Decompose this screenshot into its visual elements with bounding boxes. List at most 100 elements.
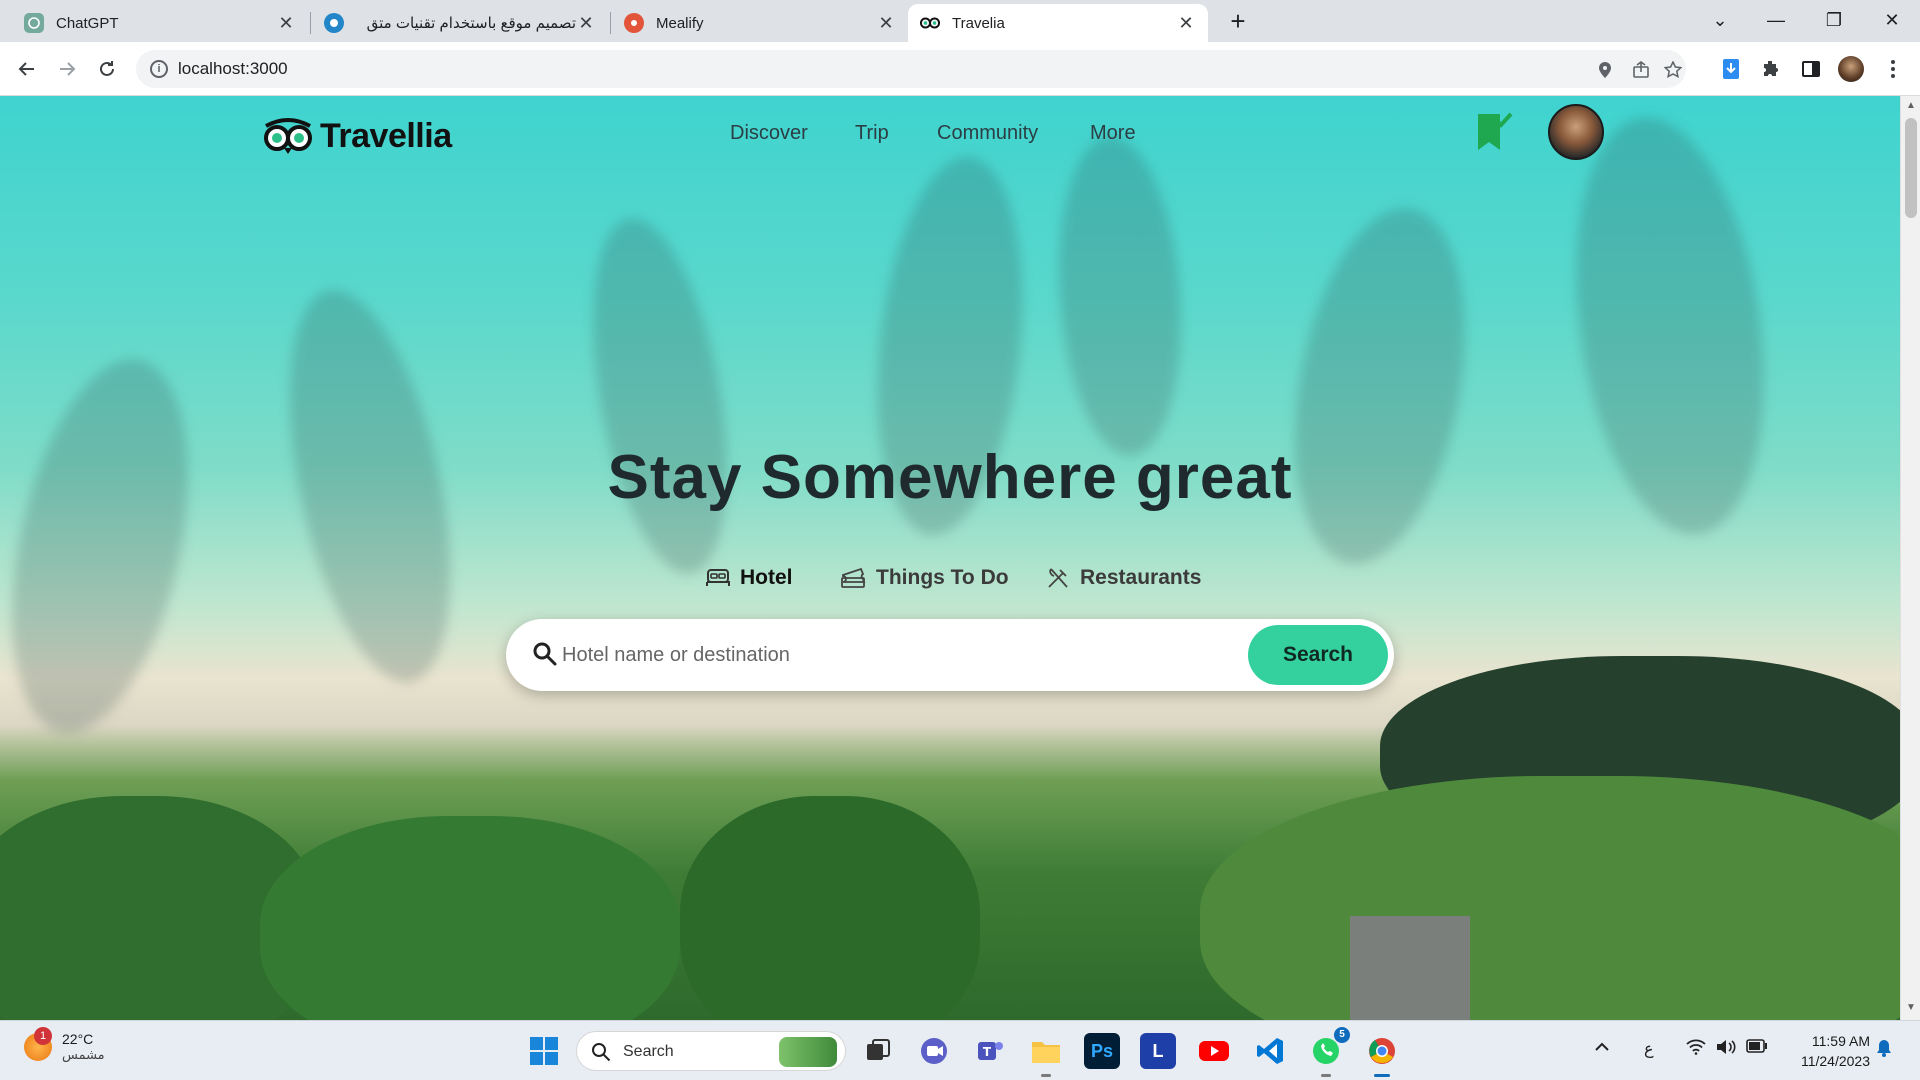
windows-start-icon[interactable]	[526, 1033, 562, 1069]
close-icon[interactable]: ✕	[1176, 13, 1196, 34]
user-avatar[interactable]	[1548, 104, 1604, 160]
tab-hotel[interactable]: Hotel	[706, 566, 793, 590]
menu-kebab-icon[interactable]	[1876, 52, 1910, 86]
volume-icon[interactable]	[1716, 1039, 1736, 1060]
search-bar: Search	[506, 619, 1394, 691]
tab-mostaql[interactable]: تصميم موقع باستخدام تقنيات متق ✕	[312, 4, 608, 42]
ticket-icon	[841, 567, 866, 588]
svg-text:T: T	[983, 1045, 992, 1059]
bookmark-check-icon[interactable]	[1474, 110, 1514, 154]
profile-avatar-icon[interactable]	[1834, 52, 1868, 86]
mealify-icon	[624, 13, 644, 33]
address-bar[interactable]: i localhost:3000	[136, 50, 1686, 88]
forward-icon[interactable]	[50, 52, 84, 86]
sun-icon: 1	[24, 1027, 52, 1061]
close-icon[interactable]: ✕	[576, 13, 596, 34]
tab-mealify[interactable]: Mealify ✕	[612, 4, 908, 42]
search-icon	[592, 1043, 611, 1062]
restore-icon[interactable]: ❐	[1814, 4, 1854, 36]
nav-more[interactable]: More	[1090, 122, 1136, 145]
battery-icon[interactable]	[1746, 1039, 1768, 1058]
download-extension-icon[interactable]	[1714, 52, 1748, 86]
vegetation	[1200, 776, 1900, 1020]
close-icon[interactable]: ✕	[876, 13, 896, 34]
clock-date: 11/24/2023	[1800, 1053, 1870, 1069]
tab-hotel-label: Hotel	[740, 566, 793, 589]
tab-search-icon[interactable]: ⌄	[1700, 4, 1740, 36]
brand-name: Travellia	[320, 116, 452, 155]
share-icon[interactable]	[1630, 59, 1652, 81]
chrome-icon[interactable]	[1364, 1033, 1400, 1077]
youtube-icon[interactable]	[1196, 1033, 1232, 1069]
site-info-icon[interactable]: i	[150, 60, 168, 78]
rooftop	[1350, 916, 1470, 1020]
brand-logo[interactable]: Travellia	[262, 114, 452, 158]
photoshop-icon[interactable]: Ps	[1084, 1033, 1120, 1069]
running-indicator	[1321, 1074, 1331, 1077]
search-button[interactable]: Search	[1248, 625, 1388, 685]
chatgpt-icon	[24, 13, 44, 33]
lingoes-icon[interactable]: L	[1140, 1033, 1176, 1069]
search-highlight-image	[779, 1037, 837, 1067]
bed-icon	[706, 569, 730, 586]
tab-restaurants[interactable]: Restaurants	[1046, 566, 1201, 590]
tab-travelia[interactable]: Travelia ✕	[908, 4, 1208, 42]
file-explorer-icon[interactable]	[1028, 1033, 1064, 1077]
notification-bell-icon[interactable]	[1876, 1039, 1892, 1062]
nav-community[interactable]: Community	[937, 122, 1038, 145]
tab-chatgpt[interactable]: ChatGPT ✕	[12, 4, 308, 42]
star-icon[interactable]	[1662, 59, 1684, 81]
new-tab-button[interactable]: +	[1222, 6, 1254, 38]
taskbar-search-label: Search	[623, 1043, 674, 1060]
teams-meet-icon[interactable]	[916, 1033, 952, 1069]
nav-discover[interactable]: Discover	[730, 122, 808, 145]
scroll-up-icon[interactable]: ▲	[1901, 100, 1920, 111]
weather-widget[interactable]: 1 22°C مشمس	[24, 1027, 105, 1063]
minimize-icon[interactable]: —	[1756, 4, 1796, 36]
weather-badge: 1	[34, 1027, 52, 1045]
tab-title: ChatGPT	[56, 14, 119, 32]
tab-things-to-do-label: Things To Do	[876, 566, 1009, 589]
extensions-icon[interactable]	[1754, 52, 1788, 86]
running-indicator	[1374, 1074, 1390, 1077]
tray-overflow-icon[interactable]	[1594, 1039, 1610, 1057]
tab-title: Travelia	[952, 14, 1005, 32]
search-input[interactable]	[562, 635, 1242, 675]
task-view-icon[interactable]	[860, 1033, 896, 1069]
location-icon[interactable]	[1594, 59, 1616, 81]
teams-new-icon[interactable]: T	[972, 1033, 1008, 1069]
utensils-icon	[1048, 568, 1068, 588]
taskbar-search[interactable]: Search	[576, 1031, 846, 1071]
scroll-thumb[interactable]	[1905, 118, 1917, 218]
system-clock[interactable]: 11:59 AM 11/24/2023	[1786, 1031, 1870, 1071]
side-panel-icon[interactable]	[1794, 52, 1828, 86]
whatsapp-badge: 5	[1334, 1027, 1350, 1043]
vegetation	[260, 816, 680, 1020]
language-indicator[interactable]: ع	[1644, 1039, 1654, 1059]
hero-section: Travellia Discover Trip Community More S…	[0, 96, 1900, 1020]
reload-icon[interactable]	[90, 52, 124, 86]
running-indicator	[1041, 1074, 1051, 1077]
page-scrollbar[interactable]: ▲ ▼	[1900, 96, 1920, 1020]
vscode-icon[interactable]	[1252, 1033, 1288, 1069]
travelia-icon	[920, 13, 940, 33]
tab-restaurants-label: Restaurants	[1080, 566, 1202, 589]
close-window-icon[interactable]: ✕	[1872, 4, 1912, 36]
hero-title: Stay Somewhere great	[607, 443, 1293, 512]
search-icon	[533, 642, 557, 666]
wifi-icon[interactable]	[1686, 1039, 1706, 1060]
tab-title: تصميم موقع باستخدام تقنيات متق	[366, 15, 576, 32]
weather-temp: 22°C	[62, 1031, 94, 1047]
whatsapp-icon[interactable]: 5	[1308, 1027, 1350, 1077]
url-text: localhost:3000	[178, 59, 288, 78]
tab-divider	[310, 12, 311, 34]
close-icon[interactable]: ✕	[276, 13, 296, 34]
tab-divider	[610, 12, 611, 34]
nav-trip[interactable]: Trip	[855, 122, 889, 145]
palm-shadow	[1269, 194, 1491, 578]
tab-things-to-do[interactable]: Things To Do	[840, 566, 1009, 590]
back-icon[interactable]	[10, 52, 44, 86]
windows-taskbar: 1 22°C مشمس Search T Ps L 5 ع 11:59 AM 1…	[0, 1020, 1920, 1080]
weather-desc: مشمس	[62, 1047, 105, 1062]
scroll-down-icon[interactable]: ▼	[1901, 1002, 1920, 1013]
